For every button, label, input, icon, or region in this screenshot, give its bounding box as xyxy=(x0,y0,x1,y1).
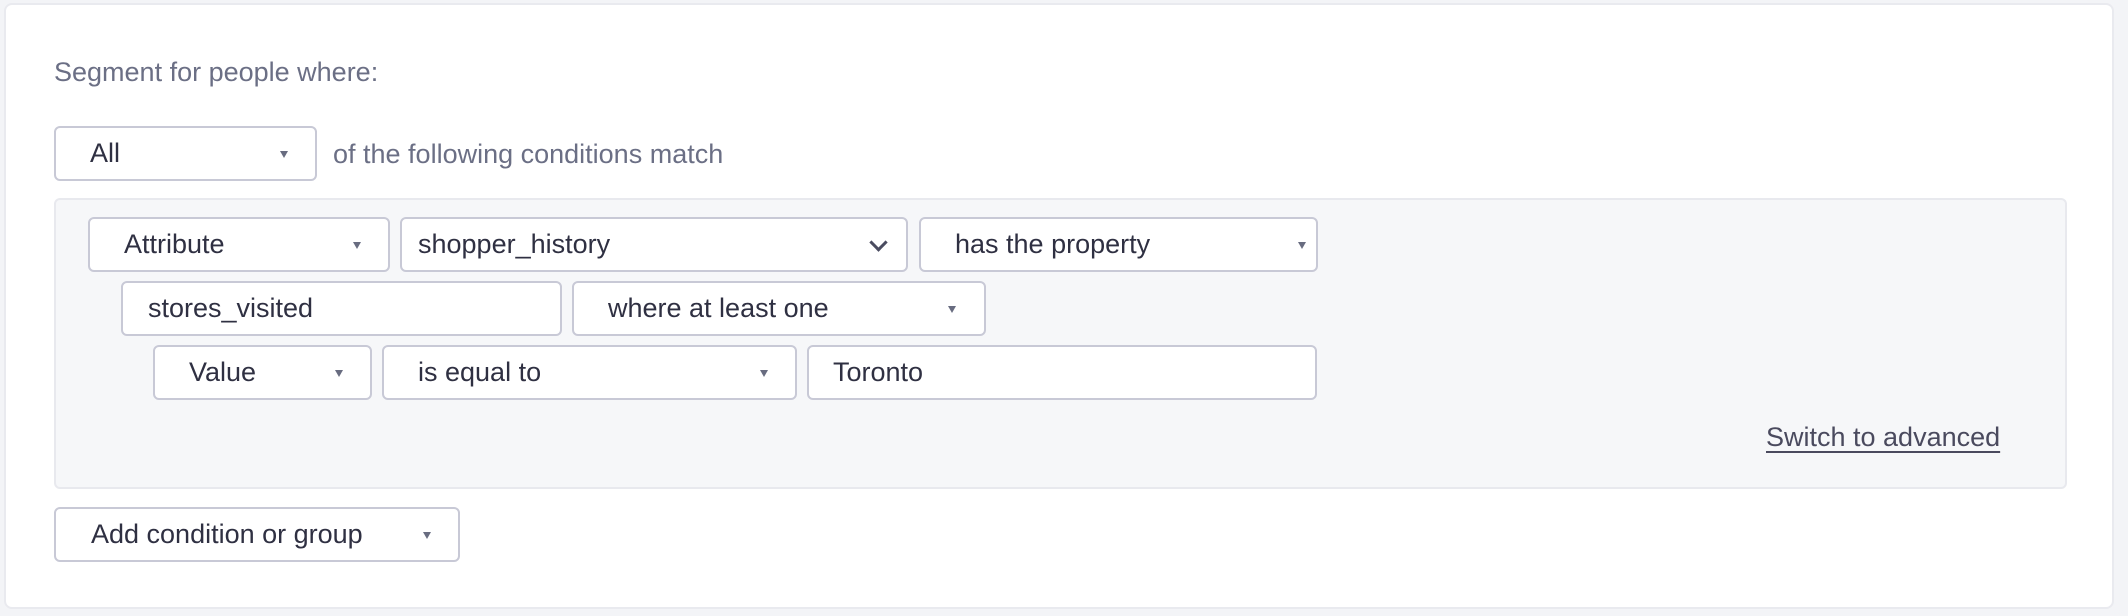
add-condition-button[interactable]: Add condition or group xyxy=(54,507,460,562)
condition-type-value: Attribute xyxy=(124,229,225,259)
caret-down-icon xyxy=(948,305,956,313)
attribute-value: shopper_history xyxy=(418,229,611,259)
caret-down-icon xyxy=(353,241,361,249)
comparison-select[interactable]: is equal to xyxy=(382,345,797,400)
caret-down-icon xyxy=(1298,241,1306,249)
value-field-value: Value xyxy=(189,357,257,387)
comparison-value: is equal to xyxy=(418,357,542,387)
quantifier-select[interactable]: where at least one xyxy=(572,281,986,336)
match-select[interactable]: All xyxy=(54,126,317,181)
add-condition-label: Add condition or group xyxy=(91,519,363,549)
chevron-down-icon xyxy=(869,232,888,252)
attribute-combobox[interactable]: shopper_history xyxy=(400,217,908,272)
caret-down-icon xyxy=(423,531,431,539)
caret-down-icon xyxy=(280,150,288,158)
property-name-input[interactable]: stores_visited xyxy=(121,281,562,336)
caret-down-icon xyxy=(760,369,768,377)
value-input-text: Toronto xyxy=(833,357,924,387)
attribute-operator-value: has the property xyxy=(955,229,1151,259)
match-suffix-label: of the following conditions match xyxy=(333,139,724,169)
switch-to-advanced-link[interactable]: Switch to advanced xyxy=(1766,421,2000,453)
match-select-value: All xyxy=(90,138,121,168)
quantifier-value: where at least one xyxy=(608,293,829,323)
property-name-value: stores_visited xyxy=(148,293,314,323)
value-field-select[interactable]: Value xyxy=(153,345,372,400)
value-input[interactable]: Toronto xyxy=(807,345,1317,400)
caret-down-icon xyxy=(335,369,343,377)
condition-type-select[interactable]: Attribute xyxy=(88,217,390,272)
segment-label: Segment for people where: xyxy=(54,57,379,87)
attribute-operator-select[interactable]: has the property xyxy=(919,217,1318,272)
